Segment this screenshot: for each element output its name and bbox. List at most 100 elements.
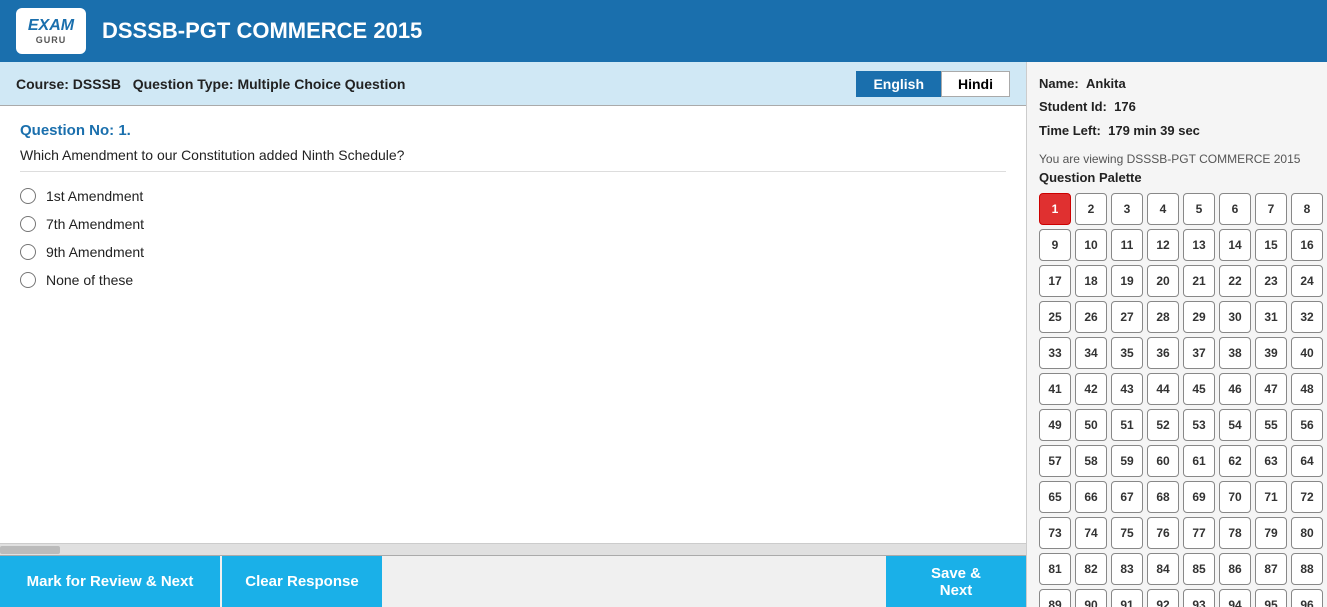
hindi-lang-button[interactable]: Hindi [941, 71, 1010, 97]
palette-btn-15[interactable]: 15 [1255, 229, 1287, 261]
save-next-button[interactable]: Save & Next [886, 556, 1026, 607]
palette-btn-78[interactable]: 78 [1219, 517, 1251, 549]
palette-btn-81[interactable]: 81 [1039, 553, 1071, 585]
palette-btn-54[interactable]: 54 [1219, 409, 1251, 441]
palette-btn-49[interactable]: 49 [1039, 409, 1071, 441]
palette-btn-14[interactable]: 14 [1219, 229, 1251, 261]
palette-btn-20[interactable]: 20 [1147, 265, 1179, 297]
palette-btn-68[interactable]: 68 [1147, 481, 1179, 513]
palette-btn-11[interactable]: 11 [1111, 229, 1143, 261]
palette-btn-87[interactable]: 87 [1255, 553, 1287, 585]
palette-btn-90[interactable]: 90 [1075, 589, 1107, 607]
option-2-radio[interactable] [20, 216, 36, 232]
palette-btn-59[interactable]: 59 [1111, 445, 1143, 477]
palette-btn-56[interactable]: 56 [1291, 409, 1323, 441]
palette-btn-96[interactable]: 96 [1291, 589, 1323, 607]
option-4[interactable]: None of these [20, 272, 1006, 288]
palette-btn-28[interactable]: 28 [1147, 301, 1179, 333]
palette-btn-85[interactable]: 85 [1183, 553, 1215, 585]
option-1-radio[interactable] [20, 188, 36, 204]
palette-btn-2[interactable]: 2 [1075, 193, 1107, 225]
palette-btn-58[interactable]: 58 [1075, 445, 1107, 477]
palette-btn-80[interactable]: 80 [1291, 517, 1323, 549]
palette-btn-62[interactable]: 62 [1219, 445, 1251, 477]
palette-btn-74[interactable]: 74 [1075, 517, 1107, 549]
palette-btn-21[interactable]: 21 [1183, 265, 1215, 297]
palette-btn-60[interactable]: 60 [1147, 445, 1179, 477]
palette-btn-50[interactable]: 50 [1075, 409, 1107, 441]
palette-btn-9[interactable]: 9 [1039, 229, 1071, 261]
palette-btn-17[interactable]: 17 [1039, 265, 1071, 297]
palette-btn-7[interactable]: 7 [1255, 193, 1287, 225]
palette-btn-34[interactable]: 34 [1075, 337, 1107, 369]
palette-btn-83[interactable]: 83 [1111, 553, 1143, 585]
palette-btn-16[interactable]: 16 [1291, 229, 1323, 261]
palette-btn-25[interactable]: 25 [1039, 301, 1071, 333]
palette-btn-42[interactable]: 42 [1075, 373, 1107, 405]
palette-btn-6[interactable]: 6 [1219, 193, 1251, 225]
palette-btn-66[interactable]: 66 [1075, 481, 1107, 513]
palette-btn-33[interactable]: 33 [1039, 337, 1071, 369]
option-2[interactable]: 7th Amendment [20, 216, 1006, 232]
palette-btn-65[interactable]: 65 [1039, 481, 1071, 513]
palette-btn-89[interactable]: 89 [1039, 589, 1071, 607]
palette-btn-51[interactable]: 51 [1111, 409, 1143, 441]
palette-btn-77[interactable]: 77 [1183, 517, 1215, 549]
palette-btn-55[interactable]: 55 [1255, 409, 1287, 441]
palette-btn-57[interactable]: 57 [1039, 445, 1071, 477]
palette-btn-86[interactable]: 86 [1219, 553, 1251, 585]
english-lang-button[interactable]: English [856, 71, 941, 97]
palette-btn-72[interactable]: 72 [1291, 481, 1323, 513]
palette-btn-41[interactable]: 41 [1039, 373, 1071, 405]
palette-btn-19[interactable]: 19 [1111, 265, 1143, 297]
palette-btn-63[interactable]: 63 [1255, 445, 1287, 477]
scroll-thumb[interactable] [0, 546, 60, 554]
palette-btn-5[interactable]: 5 [1183, 193, 1215, 225]
palette-btn-1[interactable]: 1 [1039, 193, 1071, 225]
palette-btn-94[interactable]: 94 [1219, 589, 1251, 607]
palette-btn-3[interactable]: 3 [1111, 193, 1143, 225]
palette-btn-61[interactable]: 61 [1183, 445, 1215, 477]
palette-btn-93[interactable]: 93 [1183, 589, 1215, 607]
palette-btn-36[interactable]: 36 [1147, 337, 1179, 369]
palette-btn-46[interactable]: 46 [1219, 373, 1251, 405]
palette-btn-18[interactable]: 18 [1075, 265, 1107, 297]
palette-btn-29[interactable]: 29 [1183, 301, 1215, 333]
palette-btn-67[interactable]: 67 [1111, 481, 1143, 513]
palette-btn-73[interactable]: 73 [1039, 517, 1071, 549]
option-1[interactable]: 1st Amendment [20, 188, 1006, 204]
palette-btn-71[interactable]: 71 [1255, 481, 1287, 513]
option-3[interactable]: 9th Amendment [20, 244, 1006, 260]
palette-btn-24[interactable]: 24 [1291, 265, 1323, 297]
palette-btn-82[interactable]: 82 [1075, 553, 1107, 585]
option-4-radio[interactable] [20, 272, 36, 288]
option-3-radio[interactable] [20, 244, 36, 260]
palette-btn-4[interactable]: 4 [1147, 193, 1179, 225]
palette-btn-69[interactable]: 69 [1183, 481, 1215, 513]
palette-btn-64[interactable]: 64 [1291, 445, 1323, 477]
palette-btn-92[interactable]: 92 [1147, 589, 1179, 607]
palette-btn-88[interactable]: 88 [1291, 553, 1323, 585]
palette-btn-75[interactable]: 75 [1111, 517, 1143, 549]
palette-btn-37[interactable]: 37 [1183, 337, 1215, 369]
palette-btn-79[interactable]: 79 [1255, 517, 1287, 549]
palette-btn-47[interactable]: 47 [1255, 373, 1287, 405]
palette-btn-26[interactable]: 26 [1075, 301, 1107, 333]
palette-btn-12[interactable]: 12 [1147, 229, 1179, 261]
palette-btn-30[interactable]: 30 [1219, 301, 1251, 333]
palette-btn-13[interactable]: 13 [1183, 229, 1215, 261]
palette-btn-95[interactable]: 95 [1255, 589, 1287, 607]
palette-btn-84[interactable]: 84 [1147, 553, 1179, 585]
palette-btn-91[interactable]: 91 [1111, 589, 1143, 607]
palette-btn-39[interactable]: 39 [1255, 337, 1287, 369]
palette-btn-44[interactable]: 44 [1147, 373, 1179, 405]
palette-btn-32[interactable]: 32 [1291, 301, 1323, 333]
palette-btn-10[interactable]: 10 [1075, 229, 1107, 261]
palette-btn-48[interactable]: 48 [1291, 373, 1323, 405]
palette-btn-27[interactable]: 27 [1111, 301, 1143, 333]
palette-btn-76[interactable]: 76 [1147, 517, 1179, 549]
palette-btn-22[interactable]: 22 [1219, 265, 1251, 297]
palette-btn-31[interactable]: 31 [1255, 301, 1287, 333]
clear-response-button[interactable]: Clear Response [222, 556, 382, 607]
palette-btn-38[interactable]: 38 [1219, 337, 1251, 369]
